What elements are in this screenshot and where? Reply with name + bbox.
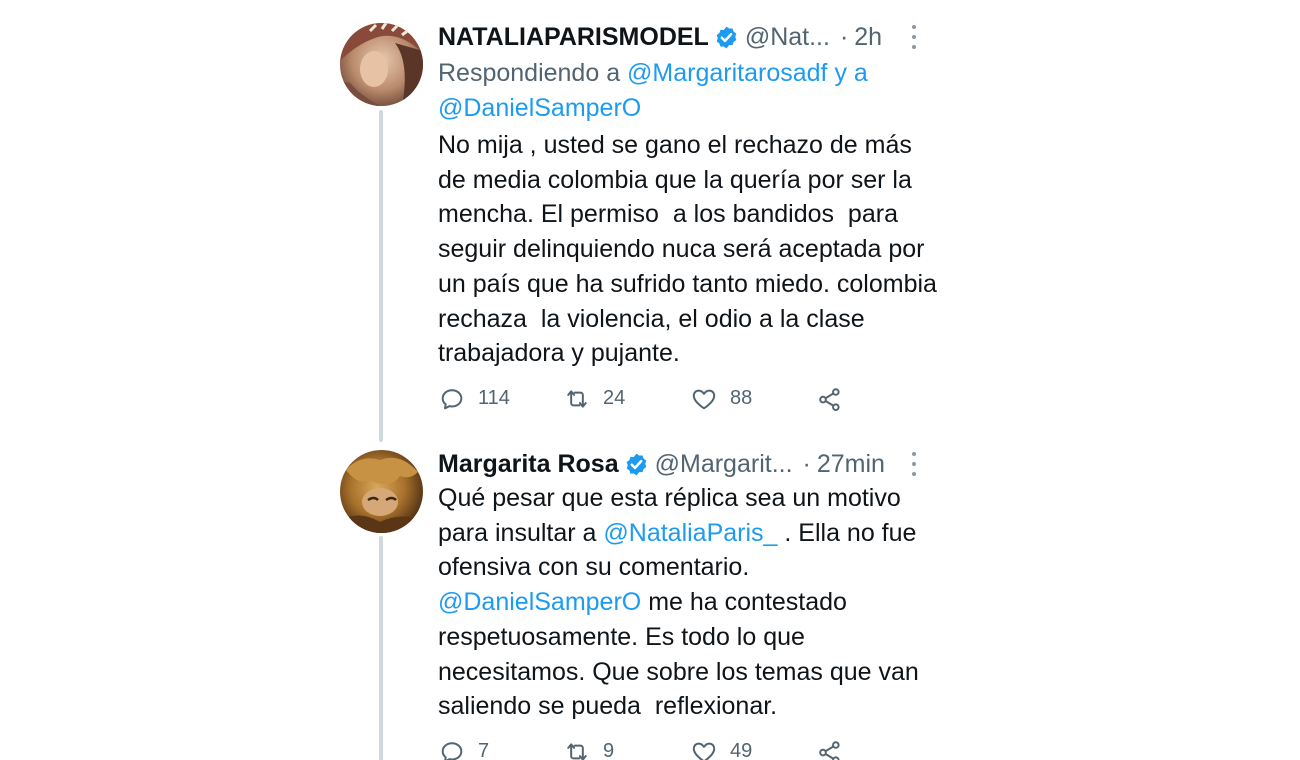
tweet-text: No mija , usted se gano el rechazo de má… [438, 131, 944, 368]
thread-connector-line [379, 536, 383, 760]
avatar-nataliaparismodel[interactable] [340, 23, 423, 106]
replying-conjunction: y a [834, 59, 868, 87]
reply-count: 7 [478, 740, 490, 760]
mention-link[interactable]: @NataliaParis_ [603, 519, 777, 547]
reply-button[interactable]: 114 [438, 379, 510, 419]
tweet-actions: 114 24 88 [438, 379, 938, 419]
retweet-count: 9 [603, 740, 615, 760]
like-count: 88 [730, 387, 753, 410]
tweet-header: NATALIAPARISMODEL @Nat... · 2h [438, 20, 938, 54]
thread-connector-line [379, 110, 383, 442]
replying-to-line: Respondiendo a @Margaritarosadf y a @Dan… [438, 56, 938, 126]
retweet-icon [563, 385, 591, 413]
tweet-header: Margarita Rosa @Margarit... · 27min [438, 447, 938, 481]
author-handle[interactable]: @Margarit... [655, 447, 793, 481]
tweet-timestamp[interactable]: 2h [854, 20, 882, 54]
retweet-count: 24 [603, 387, 626, 410]
header-separator: · [839, 23, 849, 51]
like-button[interactable]: 49 [690, 732, 752, 760]
author-handle[interactable]: @Nat... [745, 20, 830, 54]
like-icon [690, 738, 718, 760]
like-button[interactable]: 88 [690, 379, 752, 419]
reply-button[interactable]: 7 [438, 732, 489, 760]
share-icon [816, 385, 844, 413]
tweet-actions: 7 9 49 [438, 732, 938, 760]
author-name[interactable]: NATALIAPARISMODEL [438, 20, 709, 54]
reply-icon [438, 385, 466, 413]
header-separator: · [802, 450, 811, 478]
mention-link[interactable]: @Margaritarosadf [627, 59, 827, 87]
more-options-icon[interactable] [912, 25, 918, 49]
like-count: 49 [730, 740, 753, 760]
tweet-text: Qué pesar que esta réplica sea un motivo… [438, 481, 938, 724]
mention-link[interactable]: @DanielSamperO [438, 94, 641, 122]
avatar-margarita-rosa[interactable] [340, 450, 423, 533]
share-button[interactable] [816, 732, 844, 760]
tweet-timestamp[interactable]: 27min [817, 447, 885, 481]
reply-count: 114 [478, 387, 510, 410]
verified-badge-icon [714, 25, 739, 50]
replying-prefix: Respondiendo a [438, 59, 621, 87]
retweet-button[interactable]: 24 [563, 379, 625, 419]
reply-icon [438, 738, 466, 760]
retweet-icon [563, 738, 591, 760]
verified-badge-icon [624, 452, 649, 477]
share-button[interactable] [816, 379, 844, 419]
tweet-item[interactable]: Margarita Rosa @Margarit... · 27min Qué … [438, 447, 938, 760]
mention-link[interactable]: @DanielSamperO [438, 588, 641, 616]
more-options-icon[interactable] [912, 452, 918, 476]
share-icon [816, 738, 844, 760]
author-name[interactable]: Margarita Rosa [438, 447, 619, 481]
tweet-thread: NATALIAPARISMODEL @Nat... · 2h Respondie… [0, 0, 1300, 760]
retweet-button[interactable]: 9 [563, 732, 614, 760]
tweet-item[interactable]: NATALIAPARISMODEL @Nat... · 2h Respondie… [438, 20, 938, 419]
like-icon [690, 385, 718, 413]
